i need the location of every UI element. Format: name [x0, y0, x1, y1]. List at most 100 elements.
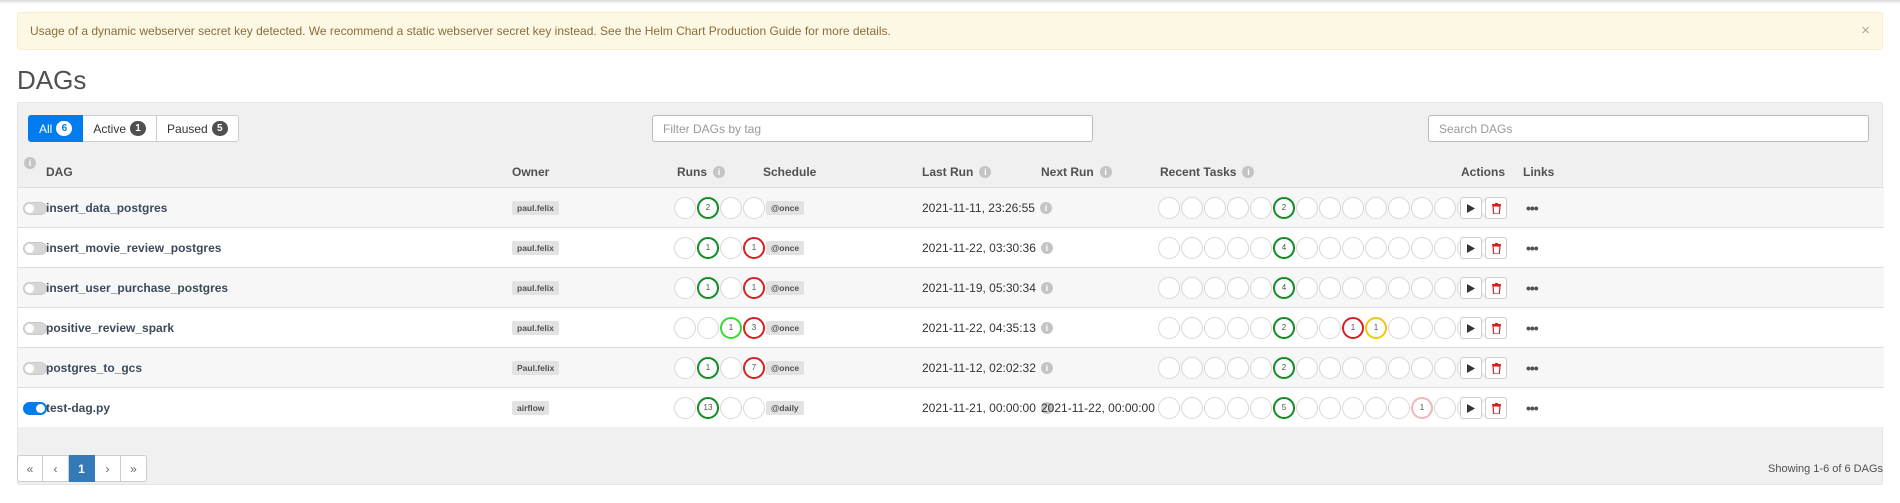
- task-status-circle-empty[interactable]: [1250, 397, 1272, 419]
- owner-tag[interactable]: paul.felix: [512, 241, 559, 255]
- last-run-value[interactable]: 2021-11-22, 04:35:13: [922, 321, 1036, 335]
- task-status-circle-empty[interactable]: [1342, 397, 1364, 419]
- task-status-circle-empty[interactable]: [1158, 277, 1180, 299]
- trigger-dag-button[interactable]: [1460, 317, 1482, 339]
- delete-dag-button[interactable]: [1485, 317, 1507, 339]
- task-status-circle-empty[interactable]: [1296, 237, 1318, 259]
- run-status-circle-empty[interactable]: [720, 197, 742, 219]
- task-status-circle-green[interactable]: 2: [1273, 197, 1295, 219]
- task-status-circle-empty[interactable]: [1227, 197, 1249, 219]
- run-status-circle-red[interactable]: 1: [743, 237, 765, 259]
- run-status-circle-empty[interactable]: [674, 237, 696, 259]
- current-page-button[interactable]: 1: [69, 455, 95, 482]
- task-status-circle-empty[interactable]: [1204, 277, 1226, 299]
- task-status-circle-empty[interactable]: [1365, 237, 1387, 259]
- task-status-circle-green[interactable]: 4: [1273, 237, 1295, 259]
- dag-name-link[interactable]: insert_movie_review_postgres: [46, 241, 221, 255]
- task-status-circle-empty[interactable]: [1434, 317, 1456, 339]
- task-status-circle-empty[interactable]: [1296, 317, 1318, 339]
- last-page-button[interactable]: »: [121, 455, 147, 482]
- schedule-tag[interactable]: @once: [766, 361, 805, 375]
- run-status-circle-empty[interactable]: [697, 317, 719, 339]
- pause-toggle[interactable]: [23, 241, 47, 255]
- task-status-circle-empty[interactable]: [1181, 277, 1203, 299]
- task-status-circle-empty[interactable]: [1250, 197, 1272, 219]
- last-run-value[interactable]: 2021-11-22, 03:30:36: [922, 241, 1036, 255]
- pause-toggle[interactable]: [23, 361, 47, 375]
- task-status-circle-empty[interactable]: [1204, 397, 1226, 419]
- links-menu-button[interactable]: •••: [1526, 320, 1539, 336]
- task-status-circle-empty[interactable]: [1250, 277, 1272, 299]
- task-status-circle-empty[interactable]: [1296, 397, 1318, 419]
- task-status-circle-empty[interactable]: [1181, 357, 1203, 379]
- delete-dag-button[interactable]: [1485, 277, 1507, 299]
- task-status-circle-empty[interactable]: [1296, 197, 1318, 219]
- info-icon[interactable]: i: [1040, 322, 1053, 334]
- task-status-circle-empty[interactable]: [1158, 357, 1180, 379]
- task-status-circle-empty[interactable]: [1319, 317, 1341, 339]
- run-status-circle-empty[interactable]: [674, 277, 696, 299]
- task-status-circle-empty[interactable]: [1181, 237, 1203, 259]
- task-status-circle-empty[interactable]: [1388, 277, 1410, 299]
- filter-active-button[interactable]: Active 1: [83, 115, 158, 142]
- task-status-circle-empty[interactable]: [1434, 237, 1456, 259]
- task-status-circle-empty[interactable]: [1365, 277, 1387, 299]
- task-status-circle-empty[interactable]: [1204, 357, 1226, 379]
- run-status-circle-empty[interactable]: [720, 357, 742, 379]
- run-status-circle-green[interactable]: 1: [697, 237, 719, 259]
- close-alert-button[interactable]: ×: [1861, 13, 1870, 49]
- task-status-circle-empty[interactable]: [1158, 397, 1180, 419]
- task-status-circle-empty[interactable]: [1227, 237, 1249, 259]
- task-status-circle-empty[interactable]: [1411, 237, 1433, 259]
- task-status-circle-empty[interactable]: [1388, 237, 1410, 259]
- prev-page-button[interactable]: ‹: [43, 455, 69, 482]
- filter-all-button[interactable]: All 6: [28, 115, 84, 142]
- pause-toggle[interactable]: [23, 281, 47, 295]
- task-status-circle-empty[interactable]: [1365, 357, 1387, 379]
- task-status-circle-empty[interactable]: [1342, 357, 1364, 379]
- owner-column-header[interactable]: Owner: [512, 157, 549, 187]
- next-page-button[interactable]: ›: [95, 455, 121, 482]
- task-status-circle-empty[interactable]: [1250, 317, 1272, 339]
- task-status-circle-empty[interactable]: [1158, 237, 1180, 259]
- task-status-circle-empty[interactable]: [1365, 197, 1387, 219]
- task-status-circle-empty[interactable]: [1227, 357, 1249, 379]
- task-status-circle-empty[interactable]: [1434, 277, 1456, 299]
- dag-name-link[interactable]: test-dag.py: [46, 401, 110, 415]
- task-status-circle-empty[interactable]: [1342, 277, 1364, 299]
- owner-tag[interactable]: Paul.felix: [512, 361, 560, 375]
- task-status-circle-empty[interactable]: [1342, 237, 1364, 259]
- run-status-circle-red[interactable]: 1: [743, 277, 765, 299]
- task-status-circle-empty[interactable]: [1434, 197, 1456, 219]
- run-status-circle-empty[interactable]: [743, 397, 765, 419]
- schedule-tag[interactable]: @once: [766, 241, 805, 255]
- info-icon[interactable]: i: [1040, 362, 1053, 374]
- info-icon[interactable]: i: [1039, 202, 1052, 214]
- task-status-circle-empty[interactable]: [1388, 397, 1410, 419]
- task-status-circle-empty[interactable]: [1296, 357, 1318, 379]
- task-status-circle-empty[interactable]: [1319, 197, 1341, 219]
- task-status-circle-empty[interactable]: [1227, 277, 1249, 299]
- search-dags-input[interactable]: [1428, 115, 1869, 142]
- task-status-circle-empty[interactable]: [1296, 277, 1318, 299]
- last-run-value[interactable]: 2021-11-19, 05:30:34: [922, 281, 1036, 295]
- trigger-dag-button[interactable]: [1460, 397, 1482, 419]
- task-status-circle-empty[interactable]: [1365, 397, 1387, 419]
- links-menu-button[interactable]: •••: [1526, 280, 1539, 296]
- task-status-circle-empty[interactable]: [1227, 317, 1249, 339]
- task-status-circle-yellow[interactable]: 1: [1365, 317, 1387, 339]
- owner-tag[interactable]: paul.felix: [512, 281, 559, 295]
- task-status-circle-empty[interactable]: [1411, 317, 1433, 339]
- info-icon[interactable]: i: [1040, 242, 1053, 254]
- owner-tag[interactable]: paul.felix: [512, 201, 559, 215]
- task-status-circle-empty[interactable]: [1181, 197, 1203, 219]
- run-status-circle-empty[interactable]: [674, 397, 696, 419]
- schedule-tag[interactable]: @once: [766, 281, 805, 295]
- task-status-circle-green[interactable]: 2: [1273, 317, 1295, 339]
- task-status-circle-empty[interactable]: [1434, 397, 1456, 419]
- run-status-circle-empty[interactable]: [743, 197, 765, 219]
- task-status-circle-red[interactable]: 1: [1342, 317, 1364, 339]
- run-status-circle-green[interactable]: 1: [697, 277, 719, 299]
- helm-chart-guide-link[interactable]: Helm Chart Production Guide: [645, 24, 802, 38]
- task-status-circle-empty[interactable]: [1411, 277, 1433, 299]
